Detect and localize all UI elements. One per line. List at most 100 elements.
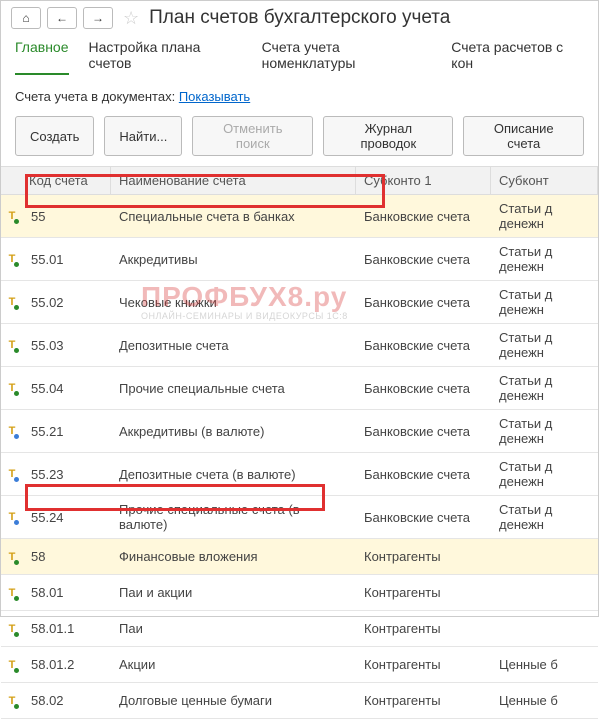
cell-sk1: Банковские счета: [356, 289, 491, 316]
cell-name: Депозитные счета: [111, 332, 356, 359]
cell-sk1: Банковские счета: [356, 332, 491, 359]
table-row[interactable]: T55.23Депозитные счета (в валюте)Банковс…: [1, 453, 598, 496]
table-row[interactable]: T58.01Паи и акцииКонтрагенты: [1, 575, 598, 611]
cell-sk1: Контрагенты: [356, 687, 491, 714]
col-name[interactable]: Наименование счета: [111, 167, 356, 194]
page-title: План счетов бухгалтерского учета: [149, 7, 450, 29]
cell-sk2: Статьи д денежн: [491, 410, 598, 452]
home-button[interactable]: ⌂: [11, 7, 41, 29]
cell-name: Чековые книжки: [111, 289, 356, 316]
account-type-icon: T: [1, 290, 23, 314]
cell-name: Аккредитивы (в валюте): [111, 418, 356, 445]
cell-sk1: Банковские счета: [356, 203, 491, 230]
table-row[interactable]: T55.01АккредитивыБанковские счетаСтатьи …: [1, 238, 598, 281]
cancel-search-button[interactable]: Отменить поиск: [192, 116, 313, 156]
cell-sk2: Статьи д денежн: [491, 195, 598, 237]
back-button[interactable]: ←: [47, 7, 77, 29]
star-icon[interactable]: ☆: [123, 8, 139, 29]
cell-sk1: Контрагенты: [356, 651, 491, 678]
cell-code: 58.02: [23, 687, 111, 714]
cell-sk2: [491, 587, 598, 599]
table-row[interactable]: T55.24Прочие специальные счета (в валюте…: [1, 496, 598, 539]
cell-name: Прочие специальные счета (в валюте): [111, 496, 356, 538]
cell-sk1: Контрагенты: [356, 543, 491, 570]
cell-code: 55: [23, 203, 111, 230]
cell-sk1: Банковские счета: [356, 418, 491, 445]
tab-nomenclature[interactable]: Счета учета номенклатуры: [262, 39, 432, 75]
account-type-icon: T: [1, 462, 23, 486]
describe-button[interactable]: Описание счета: [463, 116, 584, 156]
table-row[interactable]: T58Финансовые вложенияКонтрагенты: [1, 539, 598, 575]
account-type-icon: T: [1, 653, 23, 677]
account-type-icon: T: [1, 689, 23, 713]
cell-sk1: Банковские счета: [356, 246, 491, 273]
tabs-bar: Главное Настройка плана счетов Счета уче…: [1, 35, 598, 83]
create-button[interactable]: Создать: [15, 116, 94, 156]
cell-code: 58.01.2: [23, 651, 111, 678]
col-sk2[interactable]: Субконт: [491, 167, 598, 194]
cell-sk2: [491, 623, 598, 635]
cell-name: Паи: [111, 615, 356, 642]
account-type-icon: T: [1, 617, 23, 641]
tab-contractors[interactable]: Счета расчетов с кон: [451, 39, 584, 75]
table-row[interactable]: T55.21Аккредитивы (в валюте)Банковские с…: [1, 410, 598, 453]
cell-code: 55.03: [23, 332, 111, 359]
subline-label: Счета учета в документах:: [15, 89, 175, 104]
cell-sk2: Статьи д денежн: [491, 281, 598, 323]
account-type-icon: T: [1, 376, 23, 400]
cell-name: Прочие специальные счета: [111, 375, 356, 402]
cell-code: 58: [23, 543, 111, 570]
cell-name: Аккредитивы: [111, 246, 356, 273]
table-row[interactable]: T55.03Депозитные счетаБанковские счетаСт…: [1, 324, 598, 367]
table-row[interactable]: T55.02Чековые книжкиБанковские счетаСтат…: [1, 281, 598, 324]
tab-settings[interactable]: Настройка плана счетов: [89, 39, 242, 75]
cell-sk2: Статьи д денежн: [491, 367, 598, 409]
table-row[interactable]: T58.02Долговые ценные бумагиКонтрагентыЦ…: [1, 683, 598, 719]
cell-code: 58.01: [23, 579, 111, 606]
find-button[interactable]: Найти...: [104, 116, 182, 156]
cell-sk2: Статьи д денежн: [491, 453, 598, 495]
cell-code: 55.01: [23, 246, 111, 273]
cell-code: 55.04: [23, 375, 111, 402]
account-type-icon: T: [1, 505, 23, 529]
account-type-icon: T: [1, 247, 23, 271]
cell-sk2: Ценные б: [491, 687, 598, 714]
table-row[interactable]: T55Специальные счета в банкахБанковские …: [1, 195, 598, 238]
cell-code: 55.02: [23, 289, 111, 316]
cell-sk2: Ценные б: [491, 651, 598, 678]
table-row[interactable]: T58.01.1ПаиКонтрагенты: [1, 611, 598, 647]
grid-header: Код счета Наименование счета Субконто 1 …: [1, 167, 598, 195]
table-row[interactable]: T55.04Прочие специальные счетаБанковские…: [1, 367, 598, 410]
cell-code: 55.21: [23, 418, 111, 445]
cell-name: Долговые ценные бумаги: [111, 687, 356, 714]
cell-sk2: Статьи д денежн: [491, 238, 598, 280]
cell-sk1: Банковские счета: [356, 461, 491, 488]
cell-name: Паи и акции: [111, 579, 356, 606]
forward-button[interactable]: →: [83, 7, 113, 29]
cell-sk1: Контрагенты: [356, 615, 491, 642]
journal-button[interactable]: Журнал проводок: [323, 116, 453, 156]
subline: Счета учета в документах: Показывать: [1, 83, 598, 110]
cell-sk1: Контрагенты: [356, 579, 491, 606]
cell-sk1: Банковские счета: [356, 375, 491, 402]
cell-name: Депозитные счета (в валюте): [111, 461, 356, 488]
account-type-icon: T: [1, 581, 23, 605]
cell-name: Финансовые вложения: [111, 543, 356, 570]
cell-code: 55.23: [23, 461, 111, 488]
account-type-icon: T: [1, 204, 23, 228]
tab-main[interactable]: Главное: [15, 39, 69, 75]
col-sk1[interactable]: Субконто 1: [356, 167, 491, 194]
account-type-icon: T: [1, 333, 23, 357]
cell-sk2: Статьи д денежн: [491, 496, 598, 538]
cell-code: 58.01.1: [23, 615, 111, 642]
table-row[interactable]: T58.01.2АкцииКонтрагентыЦенные б: [1, 647, 598, 683]
cell-sk2: [491, 551, 598, 563]
cell-name: Специальные счета в банках: [111, 203, 356, 230]
cell-code: 55.24: [23, 504, 111, 531]
show-link[interactable]: Показывать: [179, 89, 250, 104]
accounts-grid: Код счета Наименование счета Субконто 1 …: [1, 166, 598, 719]
cell-sk2: Статьи д денежн: [491, 324, 598, 366]
col-code[interactable]: Код счета: [1, 167, 111, 194]
cell-name: Акции: [111, 651, 356, 678]
account-type-icon: T: [1, 419, 23, 443]
